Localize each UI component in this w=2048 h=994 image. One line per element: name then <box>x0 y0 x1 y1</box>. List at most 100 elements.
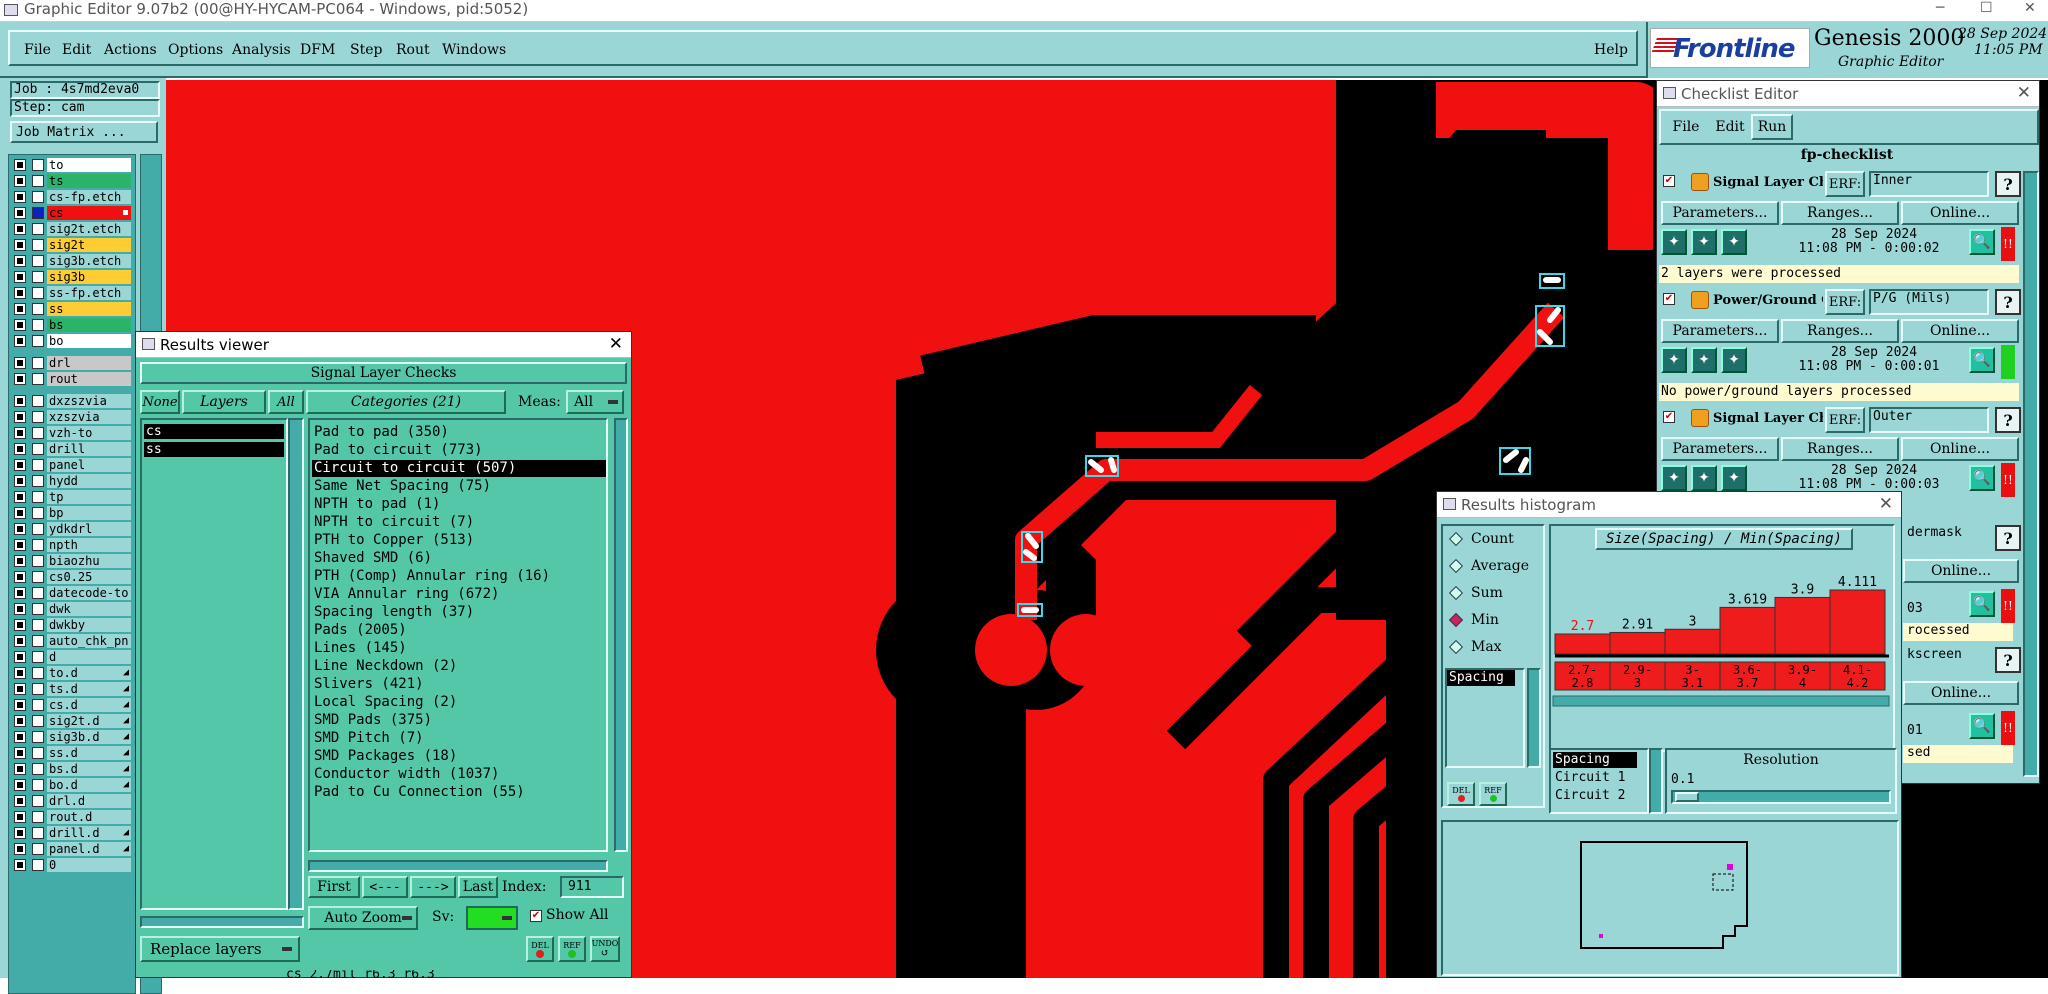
layer-color-swatch[interactable] <box>32 357 44 369</box>
layer-name[interactable]: datecode-to <box>47 586 131 600</box>
layer-row[interactable]: ts.d ◢ <box>14 682 132 696</box>
layer-color-swatch[interactable] <box>32 191 44 203</box>
layer-name[interactable]: ss-fp.etch <box>47 286 131 300</box>
layer-color-swatch[interactable] <box>32 731 44 743</box>
layer-checkbox[interactable] <box>14 795 26 807</box>
category-item[interactable]: NPTH to pad (1) <box>312 496 442 513</box>
erf-value[interactable]: P/G (Mils) <box>1869 289 1989 315</box>
layer-color-swatch[interactable] <box>32 779 44 791</box>
category-item[interactable]: Shaved SMD (6) <box>312 550 434 567</box>
online-button[interactable]: Online... <box>1901 319 2019 343</box>
resolution-slider[interactable] <box>1671 790 1891 804</box>
index-field[interactable]: 911 <box>560 876 624 898</box>
layer-checkbox[interactable] <box>14 651 26 663</box>
online-button[interactable]: Online... <box>1901 201 2019 225</box>
layer-color-swatch[interactable] <box>32 255 44 267</box>
histogram-bar[interactable] <box>1664 628 1721 655</box>
check-enable-checkbox[interactable]: ✔ <box>1663 411 1675 423</box>
histogram-bar[interactable] <box>1829 589 1886 655</box>
checklist-menu-file[interactable]: File <box>1665 114 1707 140</box>
layer-row[interactable]: drill.d ◢ <box>14 826 132 840</box>
help-question-icon[interactable]: ? <box>1995 171 2021 197</box>
layer-row[interactable]: sig3b.etch <box>14 254 132 268</box>
layer-row[interactable]: cs <box>14 206 132 220</box>
erf-value[interactable]: Outer <box>1869 407 1989 433</box>
category-item[interactable]: Pad to Cu Connection (55) <box>312 784 527 801</box>
del-button[interactable]: DEL <box>526 936 554 962</box>
layer-name[interactable]: ss.d <box>47 746 131 760</box>
check-enable-checkbox[interactable]: ✔ <box>1663 293 1675 305</box>
histogram-bar[interactable] <box>1774 596 1831 655</box>
category-item[interactable]: PTH (Comp) Annular ring (16) <box>312 568 552 585</box>
sel-list-item[interactable]: Circuit 2 <box>1553 788 1637 804</box>
layer-checkbox[interactable] <box>14 763 26 775</box>
category-item[interactable]: Same Net Spacing (75) <box>312 478 493 495</box>
next-button[interactable]: ---> <box>410 876 456 898</box>
layer-checkbox[interactable] <box>14 223 26 235</box>
run-check-icon[interactable]: ✦ <box>1691 347 1717 373</box>
layer-name[interactable]: drl <box>47 356 131 370</box>
category-item[interactable]: Slivers (421) <box>312 676 426 693</box>
category-item[interactable]: Lines (145) <box>312 640 409 657</box>
layer-name[interactable]: panel.d <box>47 842 131 856</box>
layer-color-swatch[interactable] <box>32 207 44 219</box>
layer-row[interactable]: bp <box>14 506 132 520</box>
layer-row[interactable]: dwk <box>14 602 132 616</box>
layer-checkbox[interactable] <box>14 699 26 711</box>
menu-dfm[interactable]: DFM <box>300 42 335 58</box>
layer-row[interactable]: sig3b.d ◢ <box>14 730 132 744</box>
category-item[interactable]: Circuit to circuit (507) <box>312 460 606 477</box>
run-check-icon[interactable]: ✦ <box>1661 347 1687 373</box>
measure-item[interactable]: Spacing <box>1447 670 1515 686</box>
radio-diamond-icon[interactable] <box>1448 531 1464 547</box>
layer-color-swatch[interactable] <box>32 603 44 615</box>
layer-row[interactable]: sig2t <box>14 238 132 252</box>
layer-name[interactable]: vzh-to <box>47 426 131 440</box>
layer-name[interactable]: ts <box>47 174 131 188</box>
layer-color-swatch[interactable] <box>32 795 44 807</box>
radio-diamond-icon[interactable] <box>1448 585 1464 601</box>
category-item[interactable]: SMD Pitch (7) <box>312 730 426 747</box>
layer-name[interactable]: sig3b.etch <box>47 254 131 268</box>
result-layer-item[interactable]: ss <box>144 442 284 457</box>
layers-vscroll[interactable] <box>288 418 304 910</box>
layer-row[interactable]: bo <box>14 334 132 348</box>
layer-color-swatch[interactable] <box>32 239 44 251</box>
layer-color-swatch[interactable] <box>32 555 44 567</box>
layer-color-swatch[interactable] <box>32 539 44 551</box>
hist-del-button[interactable]: DEL <box>1447 782 1475 806</box>
zoom-icon[interactable]: 🔍 <box>1969 229 1995 255</box>
menu-help[interactable]: Help <box>1594 42 1628 58</box>
category-item[interactable]: NPTH to circuit (7) <box>312 514 476 531</box>
categories-vscroll[interactable] <box>614 418 628 852</box>
layer-name[interactable]: cs.d <box>47 698 131 712</box>
layer-checkbox[interactable] <box>14 827 26 839</box>
layer-color-swatch[interactable] <box>32 667 44 679</box>
layer-checkbox[interactable] <box>14 239 26 251</box>
layer-name[interactable]: 0 <box>47 858 131 872</box>
parameters-button[interactable]: Parameters... <box>1661 319 1779 343</box>
checklist-menu-run[interactable]: Run <box>1751 114 1793 140</box>
checklist-menu-edit[interactable]: Edit <box>1709 114 1751 140</box>
layer-name[interactable]: sig2t.d <box>47 714 131 728</box>
category-item[interactable]: Pad to circuit (773) <box>312 442 485 459</box>
layer-color-swatch[interactable] <box>32 571 44 583</box>
layer-checkbox[interactable] <box>14 555 26 567</box>
zoom-icon[interactable]: 🔍 <box>1969 465 1995 491</box>
layer-name[interactable]: cs0.25 <box>47 570 131 584</box>
show-all-checkbox[interactable]: ✔ <box>530 910 542 922</box>
layer-row[interactable]: vzh-to <box>14 426 132 440</box>
layer-color-swatch[interactable] <box>32 699 44 711</box>
category-item[interactable]: Local Spacing (2) <box>312 694 459 711</box>
layer-color-swatch[interactable] <box>32 303 44 315</box>
layer-color-swatch[interactable] <box>32 507 44 519</box>
layer-row[interactable]: cs-fp.etch <box>14 190 132 204</box>
run-check-icon[interactable]: ✦ <box>1721 347 1747 373</box>
category-item[interactable]: Spacing length (37) <box>312 604 476 621</box>
layer-checkbox[interactable] <box>14 255 26 267</box>
layer-checkbox[interactable] <box>14 207 26 219</box>
layer-checkbox[interactable] <box>14 843 26 855</box>
layer-checkbox[interactable] <box>14 859 26 871</box>
hist-ref-button[interactable]: REF <box>1479 782 1507 806</box>
layer-row[interactable]: rout.d <box>14 810 132 824</box>
